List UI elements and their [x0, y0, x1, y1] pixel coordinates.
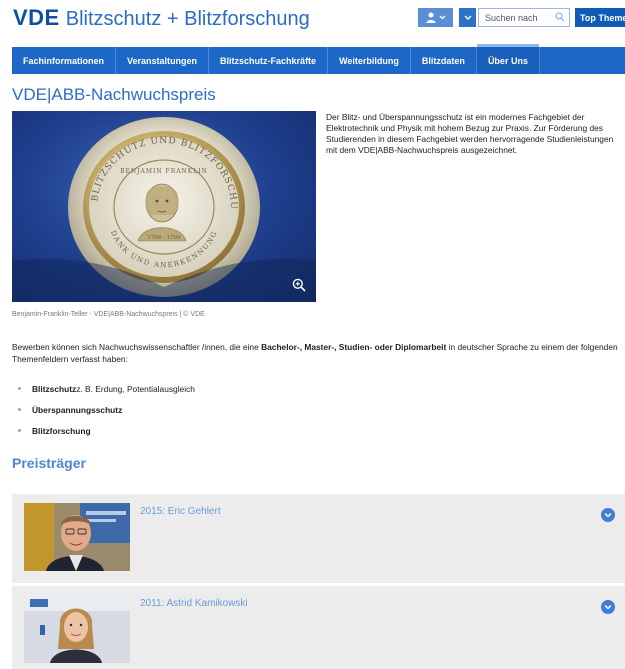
user-menu-button[interactable]: [418, 8, 453, 27]
site-logo[interactable]: VDE Blitzschutz + Blitzforschung: [13, 5, 310, 31]
winner-name[interactable]: 2015: Eric Gehlert: [140, 506, 221, 517]
search-input[interactable]: Suchen nach: [478, 8, 570, 27]
chevron-down-icon: [604, 604, 612, 610]
top-themes-button[interactable]: Top Themen: [575, 8, 625, 27]
winner-accordion-item[interactable]: 2011: Astrid Kamikowski: [12, 586, 625, 669]
search-icon[interactable]: [555, 12, 565, 22]
section-title-preistraeger: Preisträger: [12, 455, 86, 471]
topic-rest: z. B. Erdung, Potentialausgleich: [76, 383, 195, 394]
intro-paragraph: Der Blitz- und Überspannungsschutz ist e…: [326, 112, 614, 155]
winner-photo: [24, 503, 130, 571]
expand-chevron[interactable]: [601, 508, 615, 522]
topic-bold: Überspannungsschutz: [32, 404, 123, 415]
main-nav: Fachinformationen Veranstaltungen Blitzs…: [12, 44, 625, 74]
search-scope-dropdown[interactable]: [459, 8, 476, 27]
bullet-icon: [18, 408, 21, 411]
eligibility-text-bold: Bachelor-, Master-, Studien- oder Diplom…: [261, 342, 447, 352]
plate-years: 1706 - 1790: [147, 235, 181, 241]
nav-item-fachinformationen[interactable]: Fachinformationen: [12, 47, 117, 74]
chevron-down-icon: [604, 512, 612, 518]
search-placeholder: Suchen nach: [485, 12, 538, 23]
nav-item-blitzschutz-fachkraefte[interactable]: Blitzschutz-Fachkräfte: [209, 47, 329, 74]
expand-chevron[interactable]: [601, 600, 615, 614]
topic-list: Blitzschutz z. B. Erdung, Potentialausgl…: [18, 378, 195, 441]
chevron-down-icon: [464, 15, 471, 20]
franklin-plate-illustration: MUSTERREIS BLITZSCHUTZ UND BLITZFORSCHUN…: [12, 111, 316, 302]
topic-bold: Blitzforschung: [32, 425, 91, 436]
list-item: Blitzschutz z. B. Erdung, Potentialausgl…: [18, 378, 195, 399]
logo-vde: VDE: [13, 5, 60, 30]
chevron-down-icon: [439, 15, 445, 20]
nav-item-blitzdaten[interactable]: Blitzdaten: [411, 47, 477, 74]
list-item: Überspannungsschutz: [18, 399, 195, 420]
image-caption: Benjamin-Franklin-Teller - VDE|ABB-Nachw…: [12, 311, 205, 318]
bullet-icon: [18, 429, 21, 432]
zoom-icon[interactable]: [292, 278, 306, 292]
page-title: VDE|ABB-Nachwuchspreis: [12, 85, 216, 104]
eligibility-text-pre: Bewerben können sich Nachwuchswissenscha…: [12, 342, 262, 352]
nav-item-veranstaltungen[interactable]: Veranstaltungen: [116, 47, 210, 74]
logo-subtitle: Blitzschutz + Blitzforschung: [65, 8, 310, 30]
winner-accordion-item[interactable]: 2015: Eric Gehlert: [12, 494, 625, 583]
bullet-icon: [18, 387, 21, 390]
topic-bold: Blitzschutz: [32, 383, 77, 394]
winner-photo: [24, 595, 130, 663]
nav-item-ueber-uns[interactable]: Über Uns: [476, 44, 540, 74]
hero-image[interactable]: MUSTERREIS BLITZSCHUTZ UND BLITZFORSCHUN…: [12, 111, 316, 302]
winner-name[interactable]: 2011: Astrid Kamikowski: [140, 598, 248, 609]
user-icon: [426, 12, 435, 23]
eligibility-paragraph: Bewerben können sich Nachwuchswissenscha…: [12, 342, 624, 365]
site-header: VDE Blitzschutz + Blitzforschung Suchen …: [0, 0, 625, 44]
nav-item-weiterbildung[interactable]: Weiterbildung: [328, 47, 411, 74]
list-item: Blitzforschung: [18, 420, 195, 441]
plate-text-center: BENJAMIN FRANKLIN: [120, 168, 208, 175]
